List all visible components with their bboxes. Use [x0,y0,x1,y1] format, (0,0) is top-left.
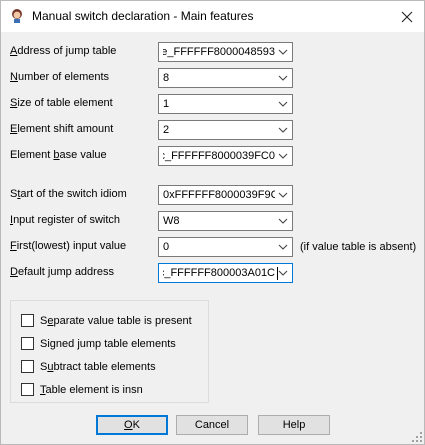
chevron-down-icon[interactable] [278,215,288,227]
number-of-elements-label: Number of elements [10,71,110,83]
checkbox-box[interactable] [21,360,34,373]
table-element-size-label: Size of table element [10,97,113,109]
table-element-size-value: 1 [163,98,170,110]
window-title: Manual switch declaration - Main feature… [32,9,254,23]
chevron-down-icon[interactable] [278,150,288,162]
checkbox-label: Signed jump table elements [40,337,176,350]
table-element-insn-checkbox[interactable]: Table element is insn [21,383,143,396]
number-of-elements-value: 8 [163,72,170,84]
first-input-value-combo[interactable]: 0 [158,237,293,257]
chevron-down-icon[interactable] [278,241,288,253]
input-register-label: Input register of switch [10,214,121,226]
default-jump-address-label: Default jump address [10,266,114,278]
number-of-elements-combo[interactable]: 8 [158,68,293,88]
checkbox-label: Separate value table is present [40,314,192,327]
dialog-window: Manual switch declaration - Main feature… [0,0,425,445]
subtract-table-elements-checkbox[interactable]: Subtract table elements [21,360,156,373]
ok-button-label: OK [124,419,140,431]
table-element-size-combo[interactable]: 1 [158,94,293,114]
cancel-button-label: Cancel [194,419,230,431]
element-base-value-label: Element base value [10,149,107,161]
signed-jump-table-checkbox[interactable]: Signed jump table elements [21,337,176,350]
switch-idiom-start-combo[interactable]: 0xFFFFFF8000039F9C [158,185,293,205]
close-icon [401,11,413,23]
jump-table-address-value: te_FFFFFF8000048593 [163,46,275,58]
checkbox-box[interactable] [21,337,34,350]
default-jump-address-value: xc_FFFFFF800003A01C [163,267,275,279]
switch-idiom-start-value: 0xFFFFFF8000039F9C [163,189,275,201]
separate-value-table-checkbox[interactable]: Separate value table is present [21,314,192,327]
input-register-value: W8 [163,215,180,227]
cancel-button[interactable]: Cancel [176,415,248,435]
element-shift-amount-combo[interactable]: 2 [158,120,293,140]
resize-grip-icon[interactable] [412,432,422,442]
help-button-label: Help [282,419,306,431]
chevron-down-icon[interactable] [278,46,288,58]
chevron-down-icon[interactable] [278,72,288,84]
checkbox-box[interactable] [21,314,34,327]
checkbox-label: Table element is insn [40,383,143,396]
default-jump-address-combo[interactable]: xc_FFFFFF800003A01C [158,263,293,283]
chevron-down-icon[interactable] [278,98,288,110]
checkbox-label: Subtract table elements [40,360,156,373]
app-icon [12,9,22,23]
element-shift-amount-value: 2 [163,124,170,136]
chevron-down-icon[interactable] [278,267,288,279]
element-base-value-value: xc_FFFFFF8000039FC0 [163,150,275,162]
chevron-down-icon[interactable] [278,189,288,201]
first-input-value-label: First(lowest) input value [10,240,127,252]
switch-idiom-start-label: Start of the switch idiom [10,188,127,200]
help-button[interactable]: Help [258,415,330,435]
ok-button[interactable]: OK [96,415,168,435]
jump-table-address-label: Address of jump table [10,45,117,57]
jump-table-address-combo[interactable]: te_FFFFFF8000048593 [158,42,293,62]
close-button[interactable] [393,5,421,29]
element-base-value-combo[interactable]: xc_FFFFFF8000039FC0 [158,146,293,166]
first-input-note: (if value table is absent) [300,241,417,253]
checkbox-box[interactable] [21,383,34,396]
element-shift-amount-label: Element shift amount [10,123,114,135]
chevron-down-icon[interactable] [278,124,288,136]
title-bar[interactable]: Manual switch declaration - Main feature… [1,1,424,32]
input-register-combo[interactable]: W8 [158,211,293,231]
first-input-value-value: 0 [163,241,170,253]
